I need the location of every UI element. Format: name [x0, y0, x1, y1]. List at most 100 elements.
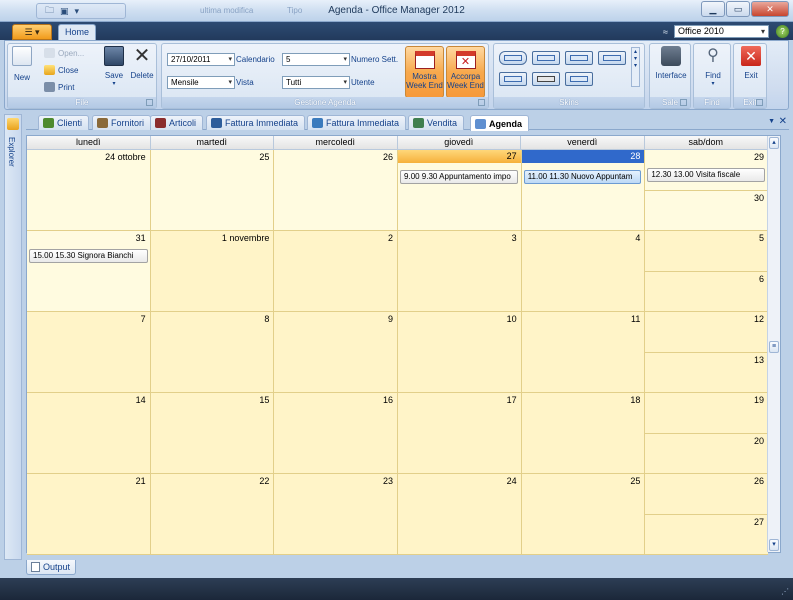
agenda-group-label: Gestione Agenda — [162, 97, 488, 108]
day-cell[interactable]: 10 — [398, 312, 522, 393]
exit-button[interactable]: ✕ Exit — [736, 46, 766, 80]
skin-swatch-4[interactable] — [598, 51, 626, 65]
user-label: Utente — [351, 78, 375, 87]
minimize-button[interactable]: ▁ — [701, 1, 725, 17]
skins-gallery-scroll[interactable]: ▴ ▾ ▾ — [631, 47, 640, 87]
merge-weekend-button[interactable]: ✕ Accorpa Week End — [446, 46, 485, 98]
appointment-selected[interactable]: 11.00 11.30 Nuovo Appuntam — [523, 170, 642, 184]
day-cell[interactable]: 31 15.00 15.30 Signora Bianchi — [27, 231, 151, 312]
tab-list-icon[interactable]: ▼ — [768, 118, 775, 125]
open-button[interactable]: Open... — [44, 48, 84, 58]
saturday-cell[interactable]: 12 — [645, 312, 769, 353]
view-select[interactable]: Mensile — [167, 76, 235, 89]
agenda-group-launcher-icon[interactable] — [478, 99, 485, 106]
skin-swatch-2[interactable] — [532, 51, 560, 65]
day-cell[interactable]: 9 — [274, 312, 399, 393]
close-button[interactable]: Close — [44, 65, 78, 75]
day-cell[interactable]: 14 — [27, 393, 151, 474]
print-button[interactable]: Print — [44, 82, 74, 92]
day-cell[interactable]: 16 — [274, 393, 399, 474]
resize-grip-icon[interactable]: ⋰ — [781, 587, 789, 596]
sunday-cell[interactable]: 6 — [645, 271, 769, 311]
day-cell[interactable]: 4 — [521, 231, 646, 312]
calendar-scrollbar[interactable]: ▴ ≡ ▾ — [767, 136, 780, 552]
day-cell-today[interactable]: 27 9.00 9.30 Appuntamento impo — [398, 150, 522, 231]
sunday-cell[interactable]: 30 — [645, 190, 769, 230]
weekend-cell: 29 12.30 13.00 Visita fiscale 30 — [645, 150, 769, 231]
day-cell[interactable]: 2 — [274, 231, 399, 312]
day-cell-selected[interactable]: 28 11.00 11.30 Nuovo Appuntam — [521, 150, 646, 231]
day-cell[interactable]: 25 — [150, 150, 275, 231]
file-group-launcher-icon[interactable] — [146, 99, 153, 106]
skin-swatch-1[interactable] — [499, 51, 527, 65]
maximize-button[interactable]: ▭ — [726, 1, 750, 17]
calendar-date-field[interactable]: 27/10/2011 — [167, 53, 235, 66]
sale-group-launcher-icon[interactable] — [680, 99, 687, 106]
doc-tab-fattura-1[interactable]: Fattura Immediata — [206, 115, 306, 130]
doc-tab-clienti[interactable]: Clienti — [38, 115, 90, 130]
explorer-panel[interactable]: Explorer — [4, 114, 22, 560]
user-select[interactable]: Tutti — [282, 76, 350, 89]
exit-x-icon: ✕ — [741, 46, 761, 66]
scroll-thumb[interactable]: ≡ — [769, 341, 779, 353]
skin-swatch-3[interactable] — [565, 51, 593, 65]
day-cell[interactable]: 15 — [150, 393, 275, 474]
day-cell[interactable]: 25 — [521, 474, 646, 555]
skin-swatch-6[interactable] — [532, 72, 560, 86]
day-cell[interactable]: 22 — [150, 474, 275, 555]
week-row: 24 ottobre 25 26 27 9.00 9.30 Appuntamen… — [27, 150, 769, 231]
day-cell[interactable]: 17 — [398, 393, 522, 474]
saturday-cell[interactable]: 26 — [645, 474, 769, 515]
collapse-ribbon-icon[interactable]: ≈ — [663, 27, 668, 37]
day-cell[interactable]: 18 — [521, 393, 646, 474]
day-cell[interactable]: 7 — [27, 312, 151, 393]
day-cell[interactable]: 8 — [150, 312, 275, 393]
application-menu-button[interactable]: ☰ ▾ — [12, 24, 52, 40]
exit-group-launcher-icon[interactable] — [756, 99, 763, 106]
skin-swatch-7[interactable] — [565, 72, 593, 86]
saturday-cell[interactable]: 19 — [645, 393, 769, 434]
scroll-down-icon[interactable]: ▾ — [769, 539, 779, 551]
saturday-cell[interactable]: 5 — [645, 231, 769, 272]
output-icon — [31, 562, 40, 572]
day-cell[interactable]: 11 — [521, 312, 646, 393]
day-cell[interactable]: 24 ottobre — [27, 150, 151, 231]
delete-button[interactable]: ✕ Delete — [129, 46, 155, 80]
appointment[interactable]: 12.30 13.00 Visita fiscale — [647, 168, 766, 182]
sunday-cell[interactable]: 13 — [645, 352, 769, 392]
show-weekend-button[interactable]: Mostra Week End — [405, 46, 444, 98]
doc-tab-vendita[interactable]: Vendita — [408, 115, 465, 130]
sunday-cell[interactable]: 20 — [645, 433, 769, 473]
calendar-header: lunedì martedì mercoledì giovedì venerdì… — [27, 136, 768, 150]
scroll-up-icon[interactable]: ▴ — [769, 137, 779, 149]
doc-tab-agenda[interactable]: Agenda — [470, 115, 530, 131]
appointment[interactable]: 15.00 15.30 Signora Bianchi — [29, 249, 148, 263]
new-button[interactable]: New — [11, 46, 33, 82]
find-button[interactable]: ⚲ Find ▾ — [696, 46, 730, 89]
day-cell[interactable]: 24 — [398, 474, 522, 555]
week-count-field[interactable]: 5 — [282, 53, 350, 66]
save-button[interactable]: Save ▾ — [102, 46, 126, 89]
help-icon[interactable]: ? — [776, 25, 789, 38]
doc-tab-fattura-2[interactable]: Fattura Immediata — [307, 115, 407, 130]
doc-tab-articoli[interactable]: Articoli — [150, 115, 204, 130]
sunday-cell[interactable]: 27 — [645, 514, 769, 554]
skin-select[interactable]: Office 2010 — [674, 25, 769, 38]
doc-tab-fornitori[interactable]: Fornitori — [92, 115, 152, 130]
output-tab[interactable]: Output — [26, 560, 76, 575]
close-tab-icon[interactable]: ✕ — [779, 116, 787, 127]
day-cell[interactable]: 1 novembre — [150, 231, 275, 312]
day-cell[interactable]: 3 — [398, 231, 522, 312]
saturday-cell[interactable]: 29 12.30 13.00 Visita fiscale — [645, 150, 769, 191]
interface-button[interactable]: Interface — [652, 46, 690, 80]
appointment[interactable]: 9.00 9.30 Appuntamento impo — [400, 170, 518, 184]
day-cell[interactable]: 23 — [274, 474, 399, 555]
day-cell[interactable]: 26 — [274, 150, 399, 231]
skin-swatch-5[interactable] — [499, 72, 527, 86]
close-window-button[interactable]: ✕ — [751, 1, 789, 17]
tab-home[interactable]: Home — [58, 24, 96, 40]
day-cell[interactable]: 21 — [27, 474, 151, 555]
week-row: 14 15 16 17 18 19 20 — [27, 393, 769, 474]
header-monday: lunedì — [27, 136, 151, 150]
month-calendar: lunedì martedì mercoledì giovedì venerdì… — [26, 135, 781, 555]
